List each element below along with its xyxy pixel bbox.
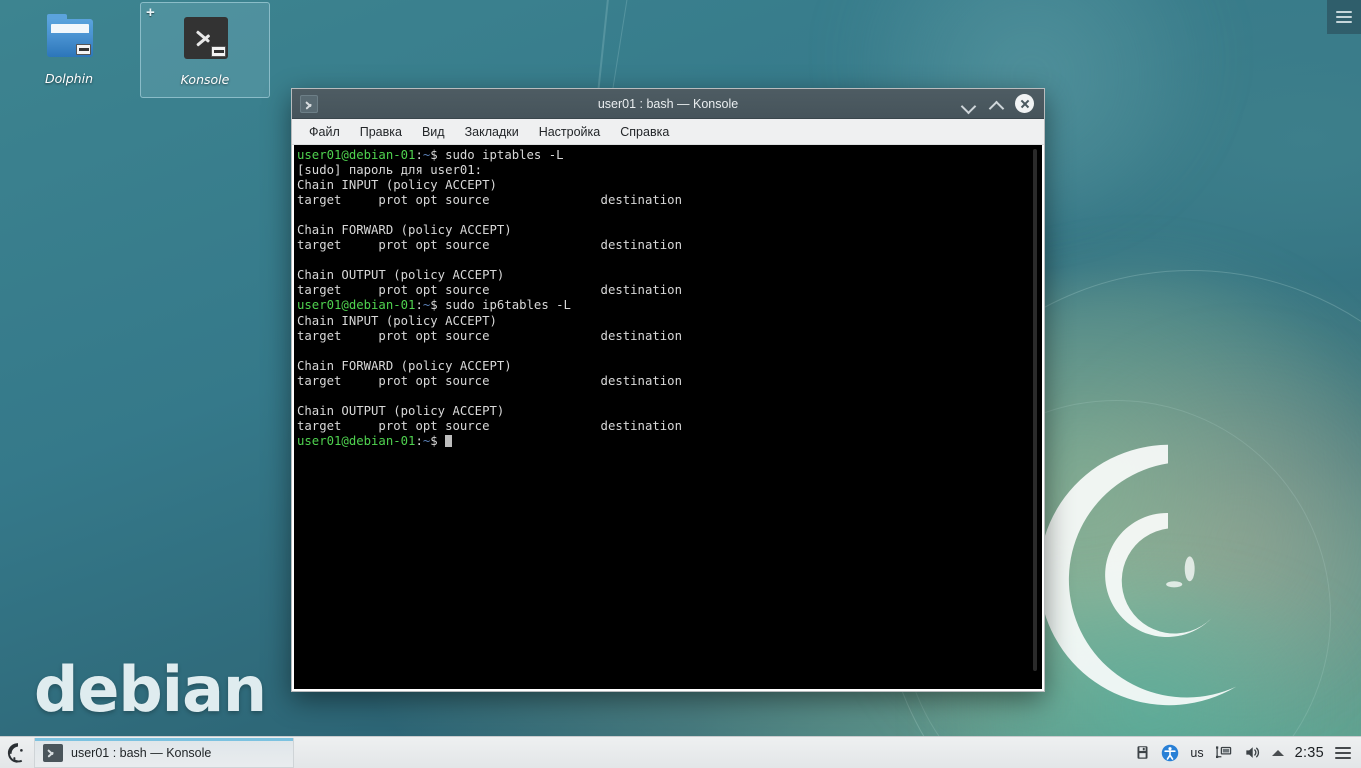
konsole-window[interactable]: user01 : bash — Konsole Файл Правка Вид … xyxy=(291,88,1045,692)
menu-item-file[interactable]: Файл xyxy=(300,121,349,143)
desktop-icon-konsole[interactable]: + Konsole xyxy=(140,2,270,98)
debian-menu-icon xyxy=(6,742,28,764)
scrollbar-thumb[interactable] xyxy=(1033,149,1037,671)
maximize-button[interactable] xyxy=(987,95,1005,113)
menu-bar: Файл Правка Вид Закладки Настройка Справ… xyxy=(292,119,1044,145)
menu-item-bookmarks[interactable]: Закладки xyxy=(456,121,528,143)
terminal-scrollbar[interactable] xyxy=(1030,145,1040,689)
minimize-button[interactable] xyxy=(959,95,977,113)
desktop-toolbox-button[interactable] xyxy=(1327,0,1361,34)
desktop-icon-dolphin[interactable]: Dolphin xyxy=(4,2,134,98)
taskbar-task-label: user01 : bash — Konsole xyxy=(71,746,211,760)
konsole-icon xyxy=(300,95,318,113)
volume-icon[interactable] xyxy=(1243,744,1261,761)
keyboard-layout-indicator[interactable]: us xyxy=(1190,746,1203,760)
close-button[interactable] xyxy=(1015,94,1034,113)
terminal-text: user01@debian-01:~$ sudo iptables -L [su… xyxy=(297,148,1042,449)
system-tray: us 2:35 xyxy=(1135,744,1361,762)
taskbar-task-konsole[interactable]: user01 : bash — Konsole xyxy=(34,738,294,768)
hamburger-icon xyxy=(1336,11,1352,23)
symlink-badge-icon xyxy=(211,46,226,57)
show-hidden-icons-arrow[interactable] xyxy=(1272,750,1284,756)
menu-item-help[interactable]: Справка xyxy=(611,121,678,143)
window-controls xyxy=(959,94,1044,113)
removable-device-icon[interactable] xyxy=(1135,744,1150,761)
konsole-icon xyxy=(43,744,63,762)
menu-item-view[interactable]: Вид xyxy=(413,121,454,143)
application-launcher-button[interactable] xyxy=(0,737,34,768)
debian-wordmark: debian xyxy=(34,653,266,726)
add-badge-icon[interactable]: + xyxy=(146,7,160,21)
menu-item-edit[interactable]: Правка xyxy=(351,121,411,143)
window-titlebar[interactable]: user01 : bash — Konsole xyxy=(292,89,1044,119)
desktop-icon-label: Dolphin xyxy=(45,71,93,86)
desktop-icon-label: Konsole xyxy=(181,72,230,87)
debian-swirl-logo xyxy=(1013,420,1323,730)
terminal-icon xyxy=(176,12,234,66)
panel-hamburger-icon[interactable] xyxy=(1335,747,1351,759)
accessibility-icon[interactable] xyxy=(1161,744,1179,762)
taskbar: user01 : bash — Konsole us xyxy=(0,736,1361,768)
digital-clock[interactable]: 2:35 xyxy=(1295,745,1324,761)
terminal-output-area[interactable]: user01@debian-01:~$ sudo iptables -L [su… xyxy=(292,145,1044,691)
network-icon[interactable] xyxy=(1215,744,1232,761)
symlink-badge-icon xyxy=(76,44,91,55)
window-title: user01 : bash — Konsole xyxy=(292,97,1044,111)
folder-icon xyxy=(40,11,98,65)
menu-item-settings[interactable]: Настройка xyxy=(530,121,610,143)
